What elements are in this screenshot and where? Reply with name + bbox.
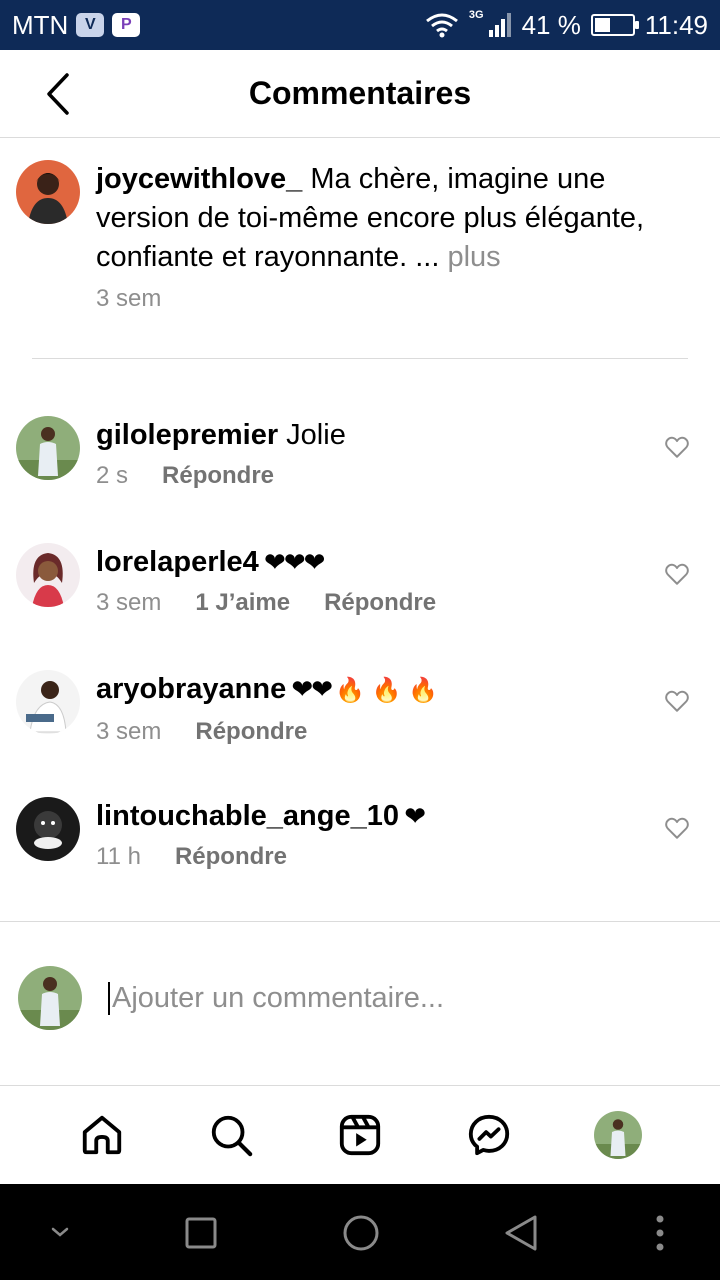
comment-input[interactable] <box>108 981 668 1015</box>
signal-icon <box>488 13 511 37</box>
app-badge-icon: P <box>112 13 141 37</box>
reels-icon <box>339 1114 381 1156</box>
fire-emojis: 🔥 🔥 🔥 <box>335 677 438 704</box>
like-button[interactable] <box>664 434 690 460</box>
battery-icon <box>590 14 639 36</box>
post-caption: joycewithlove_ Ma chère, imagine une ver… <box>16 160 706 313</box>
more-vertical-icon <box>656 1215 664 1251</box>
search-icon <box>212 1115 253 1157</box>
likes-count[interactable]: 1 J’aime <box>195 589 290 617</box>
caption-username[interactable]: joycewithlove_ <box>96 163 302 195</box>
comment-time: 2 s <box>96 462 129 489</box>
nav-messenger[interactable] <box>464 1110 514 1160</box>
heart-outline-icon <box>665 563 689 585</box>
clock: 11:49 <box>644 9 708 40</box>
avatar[interactable] <box>18 966 82 1030</box>
comment-item: lintouchable_ange_10 ❤ 11 h Répondre <box>16 797 706 871</box>
comment-time: 3 sem <box>96 589 162 616</box>
like-button[interactable] <box>664 815 690 841</box>
more-options-button[interactable] <box>646 1212 674 1254</box>
comment-username[interactable]: lorelaperle4 <box>96 546 259 578</box>
add-comment-bar <box>18 966 668 1030</box>
triangle-back-icon <box>505 1215 537 1251</box>
comment-text: ❤❤ <box>286 674 333 704</box>
avatar[interactable] <box>16 416 80 480</box>
battery-percent: 41 % <box>521 9 581 40</box>
comment-time: 3 sem <box>96 718 162 745</box>
vpn-badge-icon: V <box>76 13 105 37</box>
comment-username[interactable]: gilolepremier <box>96 419 278 451</box>
caption-text: joycewithlove_ Ma chère, imagine une ver… <box>96 160 686 277</box>
home-icon <box>83 1115 122 1155</box>
chevron-down-icon <box>51 1227 69 1237</box>
reply-button[interactable]: Répondre <box>324 589 436 617</box>
circle-icon <box>343 1215 379 1251</box>
page-title: Commentaires <box>248 75 472 111</box>
back-system-button[interactable] <box>500 1212 542 1254</box>
comment-username[interactable]: aryobrayanne <box>96 673 286 705</box>
hide-nav-button[interactable] <box>46 1214 74 1250</box>
comment-text: Jolie <box>278 419 346 451</box>
avatar <box>593 1111 642 1159</box>
nav-search[interactable] <box>206 1110 256 1160</box>
header: Commentaires <box>0 50 720 138</box>
heart-outline-icon <box>665 436 689 458</box>
network-type: 3G <box>468 9 484 21</box>
reply-button[interactable]: Répondre <box>162 462 274 490</box>
system-nav-bar <box>0 1184 720 1280</box>
chevron-left-icon <box>47 73 69 115</box>
bottom-nav <box>0 1086 720 1184</box>
divider <box>32 358 688 359</box>
wifi-icon <box>425 13 458 38</box>
back-button[interactable] <box>36 70 80 118</box>
carrier-label: MTN <box>12 9 69 40</box>
nav-home[interactable] <box>77 1110 127 1160</box>
comment-username[interactable]: lintouchable_ange_10 <box>96 800 399 832</box>
comment-text: ❤❤❤ <box>258 547 325 577</box>
status-bar: MTN V P 3G 41 % 11:49 <box>0 0 720 50</box>
home-system-button[interactable] <box>340 1212 382 1254</box>
avatar[interactable] <box>16 797 80 861</box>
avatar[interactable] <box>16 543 80 607</box>
messenger-icon <box>468 1114 509 1156</box>
recent-apps-button[interactable] <box>182 1214 220 1252</box>
like-button[interactable] <box>664 688 690 714</box>
comment-text: ❤ <box>399 801 426 831</box>
reply-button[interactable]: Répondre <box>195 718 307 746</box>
comment-item: gilolepremier Jolie 2 s Répondre <box>16 416 706 490</box>
divider <box>0 921 720 922</box>
avatar[interactable] <box>16 160 80 224</box>
comment-item: aryobrayanne ❤❤ 🔥 🔥 🔥 3 sem Répondre <box>16 670 706 746</box>
caption-time: 3 sem <box>96 285 162 312</box>
comment-time: 11 h <box>96 843 141 870</box>
more-link[interactable]: plus <box>447 241 500 273</box>
heart-outline-icon <box>665 817 689 839</box>
comment-item: lorelaperle4 ❤❤❤ 3 sem 1 J’aime Répondre <box>16 543 706 617</box>
nav-profile[interactable] <box>593 1110 643 1160</box>
square-icon <box>185 1217 217 1249</box>
reply-button[interactable]: Répondre <box>175 843 287 871</box>
nav-reels[interactable] <box>335 1110 385 1160</box>
avatar[interactable] <box>16 670 80 734</box>
like-button[interactable] <box>664 561 690 587</box>
heart-outline-icon <box>665 690 689 712</box>
